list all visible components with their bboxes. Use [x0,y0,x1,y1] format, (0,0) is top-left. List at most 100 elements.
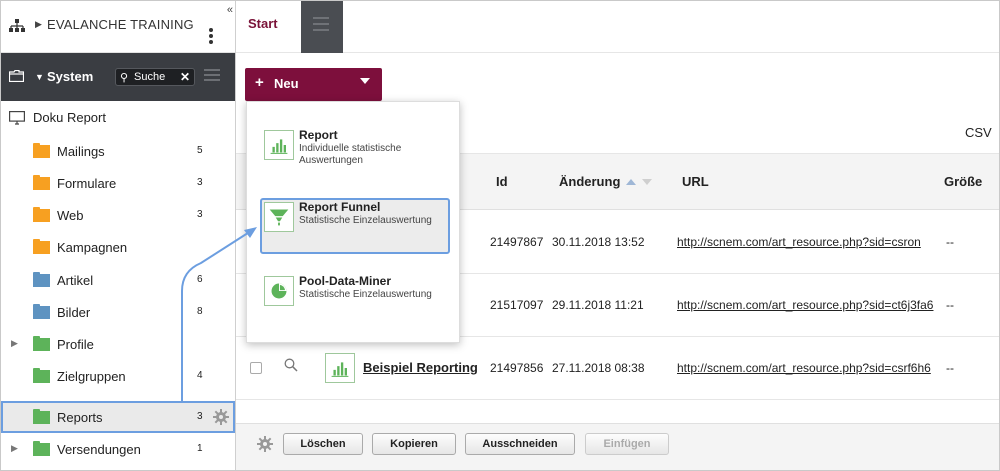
new-button-label: Neu [274,76,299,91]
row-size: -- [946,298,954,312]
folder-icon [33,175,50,190]
tree-node-count: 8 [197,306,203,317]
folder-icon [33,272,50,287]
folder-outline-icon [9,70,24,82]
tab-start[interactable]: Start [248,16,278,31]
tree-node-profile[interactable]: ▶ Profile [1,328,235,360]
new-dropdown-menu: Report Individuelle statistische Auswert… [246,101,460,343]
clear-search-icon[interactable]: ✕ [180,70,190,84]
folder-icon [33,441,50,456]
tree-node-label: Versendungen [57,442,141,457]
folder-icon [33,143,50,158]
monitor-icon [9,111,25,125]
bar-chart-icon [264,130,294,160]
tree-node-mailings[interactable]: Mailings 5 [1,135,235,167]
caret-down-icon[interactable]: ▼ [35,72,44,82]
tree-node-root[interactable]: Doku Report [1,101,235,133]
folder-icon [33,304,50,319]
folder-icon [33,409,50,424]
tree-node-count: 6 [197,274,203,285]
plus-icon: + [255,74,264,91]
gear-icon[interactable] [257,436,273,452]
tree-panel: ▶ EVALANCHE TRAINING « ▼ System ⚲ ✕ [1,1,236,470]
action-footer: Löschen Kopieren Ausschneiden Einfügen [236,423,999,470]
tree-node-count: 1 [197,443,203,454]
row-size: -- [946,235,954,249]
bar-chart-icon [325,353,355,383]
tree-node-label: Reports [57,410,103,425]
system-bar: ▼ System ⚲ ✕ [1,53,235,101]
tree-node-label: Mailings [57,144,105,159]
row-url[interactable]: http://scnem.com/art_resource.php?sid=cs… [677,361,931,375]
tree-node-artikel[interactable]: Artikel 6 [1,264,235,296]
tree-node-count: 4 [197,370,203,381]
folder-icon [33,239,50,254]
delete-button[interactable]: Löschen [283,433,363,455]
row-changed: 29.11.2018 11:21 [552,298,644,312]
tree-node-versendungen[interactable]: ▶ Versendungen 1 [1,433,235,465]
row-url[interactable]: http://scnem.com/art_resource.php?sid=cs… [677,235,921,249]
magnifier-icon[interactable] [284,358,298,372]
expand-caret-icon[interactable]: ▶ [11,338,18,349]
caret-down-icon[interactable] [360,78,370,84]
tree-node-count: 5 [197,145,203,156]
tree-node-zielgruppen[interactable]: Zielgruppen 4 [1,360,235,392]
row-checkbox[interactable] [250,362,262,374]
tree-node-kampagnen[interactable]: Kampagnen [1,231,235,263]
search-icon: ⚲ [120,72,129,84]
menu-item-report-funnel[interactable]: Report Funnel Statistische Einzelauswert… [260,198,450,254]
tree-node-web[interactable]: Web 3 [1,199,235,231]
sort-desc-icon[interactable] [642,179,653,185]
gear-icon[interactable] [213,409,229,425]
tree-node-label: Profile [57,337,94,352]
tab-bar: Start [236,1,999,53]
menu-item-report[interactable]: Report Individuelle statistische Auswert… [260,126,450,182]
row-changed: 30.11.2018 13:52 [552,235,645,249]
org-header: ▶ EVALANCHE TRAINING « [1,1,235,53]
copy-button[interactable]: Kopieren [372,433,456,455]
column-header-label: Änderung [559,174,621,189]
list-view-tab[interactable] [301,1,343,53]
system-label[interactable]: System [47,69,93,84]
column-header-url[interactable]: URL [682,174,709,189]
tree-node-count: 3 [197,209,203,220]
menu-item-description: Statistische Einzelauswertung [299,289,432,300]
row-name-link[interactable]: Beispiel Reporting [363,360,478,375]
pie-chart-icon [264,276,294,306]
tree-node-bilder[interactable]: Bilder 8 [1,296,235,328]
caret-right-icon[interactable]: ▶ [35,19,42,30]
row-id: 21497867 [490,235,544,249]
menu-item-pool-data-miner[interactable]: Pool-Data-Miner Statistische Einzelauswe… [260,272,450,328]
menu-item-title: Report Funnel [299,200,381,214]
paste-button[interactable]: Einfügen [585,433,669,455]
expand-caret-icon[interactable]: ▶ [11,443,18,454]
cut-button[interactable]: Ausschneiden [465,433,575,455]
column-header-size[interactable]: Größe [944,174,982,189]
collapse-panel-icon[interactable]: « [227,4,233,16]
csv-export-link[interactable]: CSV [965,125,992,140]
kebab-menu-icon[interactable] [208,28,214,46]
org-chart-icon [9,19,25,32]
tree-node-label: Kampagnen [57,240,128,255]
tree-node-reports[interactable]: Reports 3 [1,401,235,433]
org-name[interactable]: EVALANCHE TRAINING [47,17,194,32]
tree-search-input[interactable] [134,70,180,84]
row-url[interactable]: http://scnem.com/art_resource.php?sid=ct… [677,298,933,312]
tree-search: ⚲ ✕ [115,68,195,86]
new-button[interactable]: + Neu [245,68,382,101]
tree-node-label: Artikel [57,273,94,288]
tree-node-label: Doku Report [33,110,106,125]
list-menu-icon[interactable] [204,69,220,83]
tree-node-label: Bilder [57,305,91,320]
tree-node-count: 3 [197,411,203,422]
tree-node-formulare[interactable]: Formulare 3 [1,167,235,199]
tree-node-count: 3 [197,177,203,188]
sort-asc-icon[interactable] [626,179,637,185]
column-header-id[interactable]: Id [496,174,508,189]
tree-node-label: Formulare [57,176,117,191]
column-header-changed[interactable]: Änderung [559,174,653,189]
menu-item-description: Statistische Einzelauswertung [299,215,432,226]
table-row[interactable]: Beispiel Reporting 21497856 27.11.2018 0… [236,337,999,400]
menu-item-title: Pool-Data-Miner [299,274,392,288]
folder-icon [33,336,50,351]
